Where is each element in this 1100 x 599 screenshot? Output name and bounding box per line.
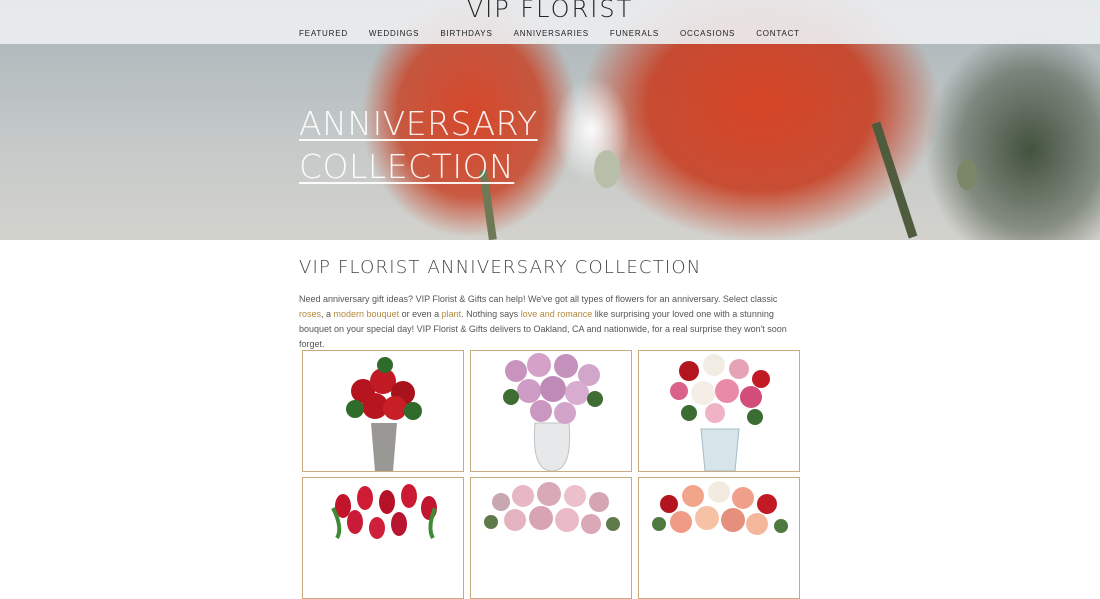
nav-funerals[interactable]: FUNERALS <box>610 29 659 38</box>
product-card[interactable] <box>302 350 464 472</box>
product-card[interactable] <box>470 350 632 472</box>
lavender-roses-bouquet-icon <box>503 353 603 471</box>
intro-paragraph: Need anniversary gift ideas? VIP Florist… <box>299 292 799 352</box>
product-card[interactable] <box>638 477 800 599</box>
red-tulips-bouquet-icon <box>331 484 437 540</box>
product-card[interactable] <box>470 477 632 599</box>
modern-bouquet-link[interactable]: modern bouquet <box>334 309 400 319</box>
nav-featured[interactable]: FEATURED <box>299 29 348 38</box>
product-card[interactable] <box>302 477 464 599</box>
nav-anniversaries[interactable]: ANNIVERSARIES <box>514 29 589 38</box>
poppy-bud <box>957 160 977 190</box>
product-card[interactable] <box>638 350 800 472</box>
poppy-bud <box>594 150 620 188</box>
roses-link[interactable]: roses <box>299 309 321 319</box>
mixed-roses-bouquet-icon <box>652 481 788 535</box>
main-nav: FEATURED WEDDINGS BIRTHDAYS ANNIVERSARIE… <box>299 29 821 38</box>
love-and-romance-link[interactable]: love and romance <box>521 309 593 319</box>
nav-weddings[interactable]: WEDDINGS <box>369 29 419 38</box>
site-header: VIP FLORIST FEATURED WEDDINGS BIRTHDAYS … <box>0 0 1100 44</box>
hero-title-line[interactable]: ANNIVERSARY <box>299 102 538 145</box>
site-logo[interactable]: VIP FLORIST <box>0 0 1100 23</box>
intro-text: , a <box>321 309 334 319</box>
intro-text: . Nothing says <box>461 309 521 319</box>
pink-lilies-bouquet-icon <box>670 354 770 471</box>
intro-text: or even a <box>399 309 442 319</box>
plant-link[interactable]: plant <box>442 309 462 319</box>
red-roses-bouquet-icon <box>346 357 422 471</box>
nav-contact[interactable]: CONTACT <box>756 29 800 38</box>
intro-text: Need anniversary gift ideas? VIP Florist… <box>299 294 778 304</box>
hero-title-line[interactable]: COLLECTION <box>299 145 538 188</box>
flower-stem <box>871 121 918 239</box>
section-title: VIP FLORIST ANNIVERSARY COLLECTION <box>299 257 702 278</box>
nav-birthdays[interactable]: BIRTHDAYS <box>440 29 492 38</box>
nav-occasions[interactable]: OCCASIONS <box>680 29 735 38</box>
hero-title[interactable]: ANNIVERSARY COLLECTION <box>299 102 538 188</box>
pink-roses-bouquet-icon <box>484 482 620 534</box>
